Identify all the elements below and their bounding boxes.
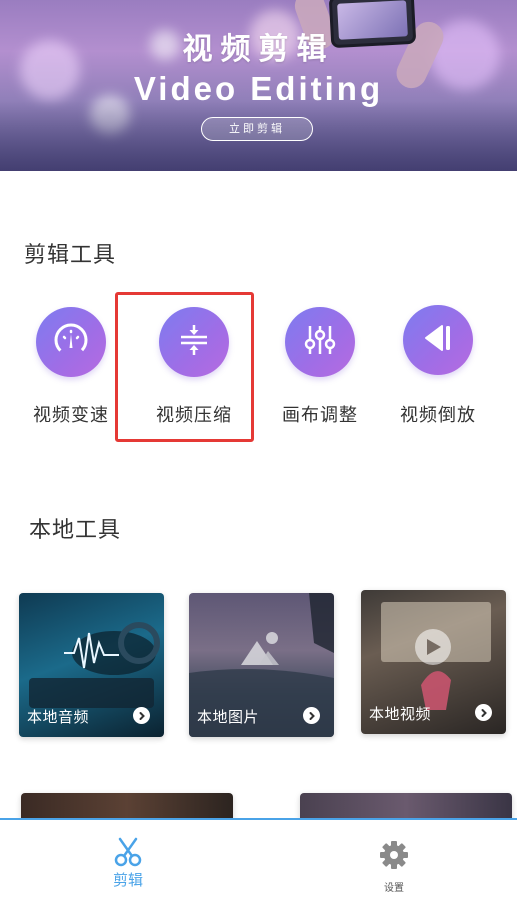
tool-label: 画布调整	[282, 405, 358, 426]
speedometer-icon	[51, 320, 91, 364]
tool-canvas-adjust[interactable]: 画布调整	[265, 307, 375, 427]
bottom-tab-bar: 剪辑 设置	[0, 818, 517, 899]
card-label: 本地音频	[27, 708, 90, 726]
gear-icon	[364, 840, 424, 870]
hero-banner[interactable]: 视频剪辑 Video Editing 立即剪辑	[0, 0, 517, 171]
card-local-image[interactable]: 本地图片	[189, 593, 334, 737]
start-edit-button[interactable]: 立即剪辑	[201, 117, 313, 141]
tab-label: 设置	[384, 883, 404, 894]
banner-title: 视频剪辑	[182, 32, 335, 67]
tool-video-speed[interactable]: 视频变速	[16, 307, 126, 427]
chevron-right-icon	[475, 704, 492, 721]
compress-icon	[174, 320, 214, 364]
card-local-video[interactable]: 本地视频	[361, 590, 506, 734]
banner-subtitle: Video Editing	[133, 70, 384, 107]
chevron-right-icon	[303, 707, 320, 724]
sliders-icon	[300, 320, 340, 364]
tool-video-reverse[interactable]: 视频倒放	[383, 305, 493, 427]
local-tools-title: 本地工具	[29, 518, 122, 543]
tab-settings[interactable]: 设置	[364, 840, 424, 894]
tool-icon-bg	[159, 307, 229, 377]
scissors-icon	[100, 836, 156, 868]
tab-label: 剪辑	[112, 871, 143, 889]
tool-label: 视频倒放	[400, 405, 476, 426]
card-local-audio[interactable]: 本地音频	[19, 593, 164, 737]
tool-label: 视频压缩	[156, 405, 232, 426]
tool-icon-bg	[285, 307, 355, 377]
rewind-icon	[418, 318, 458, 362]
tool-icon-bg	[403, 305, 473, 375]
tool-label: 视频变速	[33, 405, 109, 426]
card-label: 本地图片	[197, 708, 260, 726]
card-label: 本地视频	[369, 705, 432, 723]
tab-edit[interactable]: 剪辑	[100, 836, 156, 890]
edit-tools-title: 剪辑工具	[24, 243, 117, 268]
chevron-right-icon	[133, 707, 150, 724]
tool-icon-bg	[36, 307, 106, 377]
tool-video-compress[interactable]: 视频压缩	[139, 307, 249, 427]
